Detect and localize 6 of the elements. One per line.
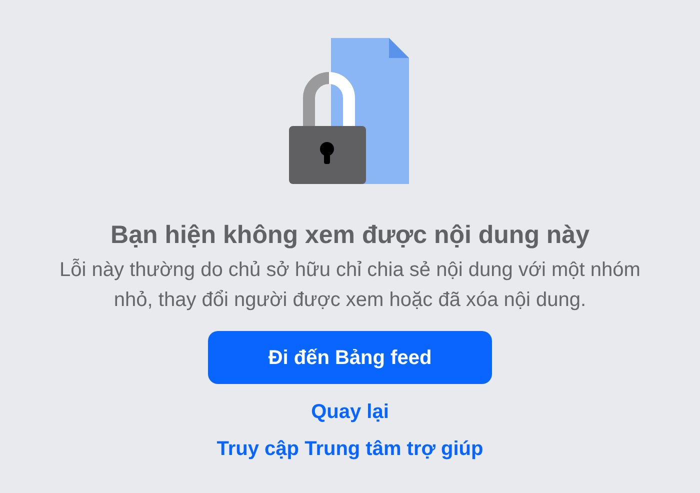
- error-title: Bạn hiện không xem được nội dung này: [110, 220, 590, 251]
- lock-document-icon: [289, 38, 411, 186]
- text-link[interactable]: Quay lại: [311, 398, 389, 428]
- error-message: Lỗi này thường do chủ sở hữu chỉ chia sẻ nội dung với một nhóm nhỏ, thay đổi người được xem hoặc đã xóa nội dung.: [58, 258, 642, 314]
- text-link[interactable]: Truy cập Trung tâm trợ giúp: [216, 435, 484, 464]
- go-to-feed-button[interactable]: Đi đến Bảng feed: [208, 331, 492, 384]
